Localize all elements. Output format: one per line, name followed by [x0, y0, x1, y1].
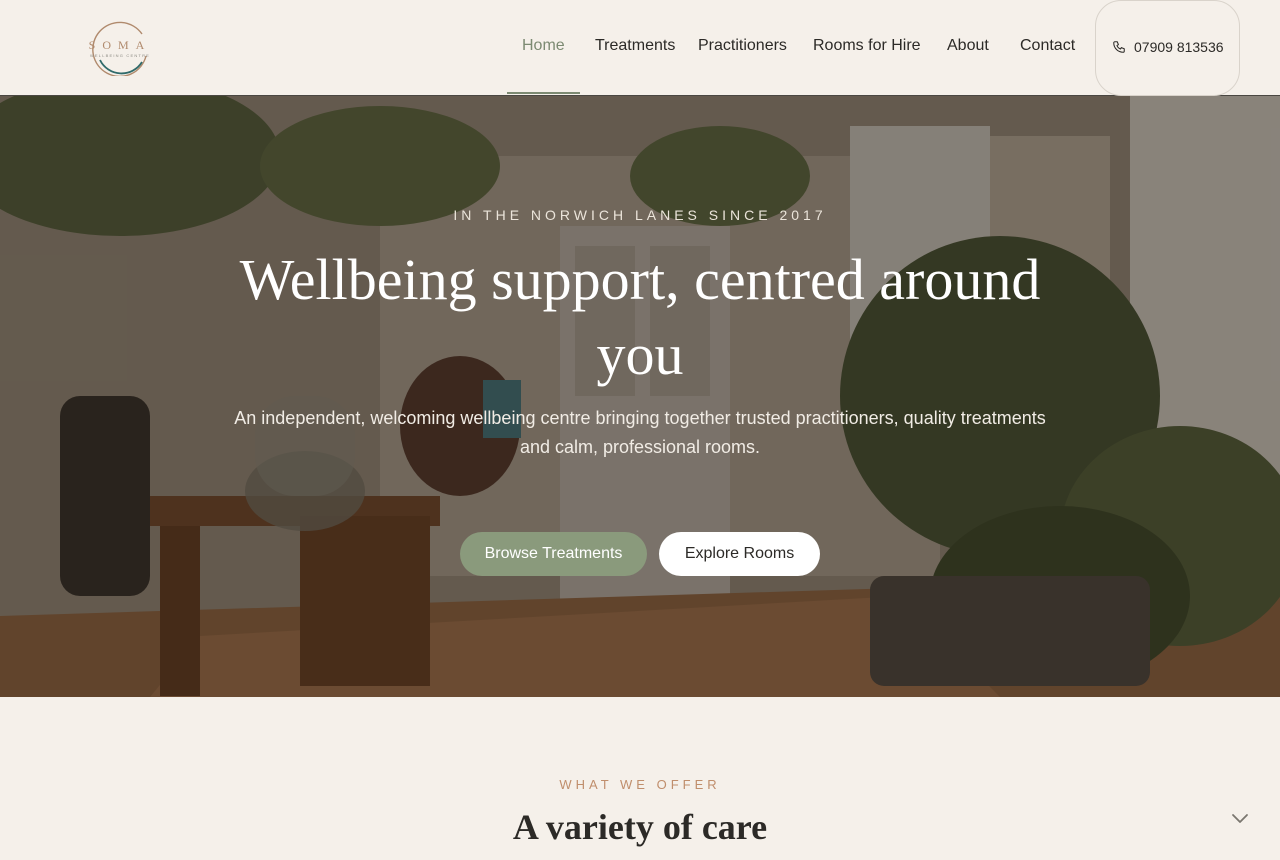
active-nav-indicator: [507, 92, 580, 94]
browse-treatments-button[interactable]: Browse Treatments: [460, 532, 647, 576]
hero-section: IN THE NORWICH LANES SINCE 2017 Wellbein…: [0, 96, 1280, 697]
site-header: SOMA WELLBEING CENTRE Home Treatments Pr…: [0, 0, 1280, 96]
phone-icon: [1113, 41, 1125, 53]
hero-subtitle: An independent, welcoming wellbeing cent…: [234, 408, 1046, 457]
offer-eyebrow: WHAT WE OFFER: [559, 777, 721, 792]
hero-overlay: [0, 96, 1280, 697]
nav-home[interactable]: Home: [522, 37, 565, 59]
nav-about[interactable]: About: [947, 37, 989, 59]
offer-title: A variety of care: [512, 807, 768, 847]
phone-number[interactable]: 07909 813536: [1134, 39, 1224, 55]
explore-rooms-button[interactable]: Explore Rooms: [659, 532, 820, 576]
hero-title: Wellbeing support, centred around you: [239, 247, 1041, 387]
main-nav: Home Treatments Practitioners Rooms for …: [0, 0, 1280, 95]
nav-rooms-for-hire[interactable]: Rooms for Hire: [813, 37, 921, 59]
nav-treatments[interactable]: Treatments: [595, 37, 675, 59]
hero-eyebrow: IN THE NORWICH LANES SINCE 2017: [453, 207, 827, 223]
nav-practitioners[interactable]: Practitioners: [698, 37, 787, 59]
nav-contact[interactable]: Contact: [1020, 37, 1075, 59]
chevron-down-icon[interactable]: [1230, 810, 1250, 826]
